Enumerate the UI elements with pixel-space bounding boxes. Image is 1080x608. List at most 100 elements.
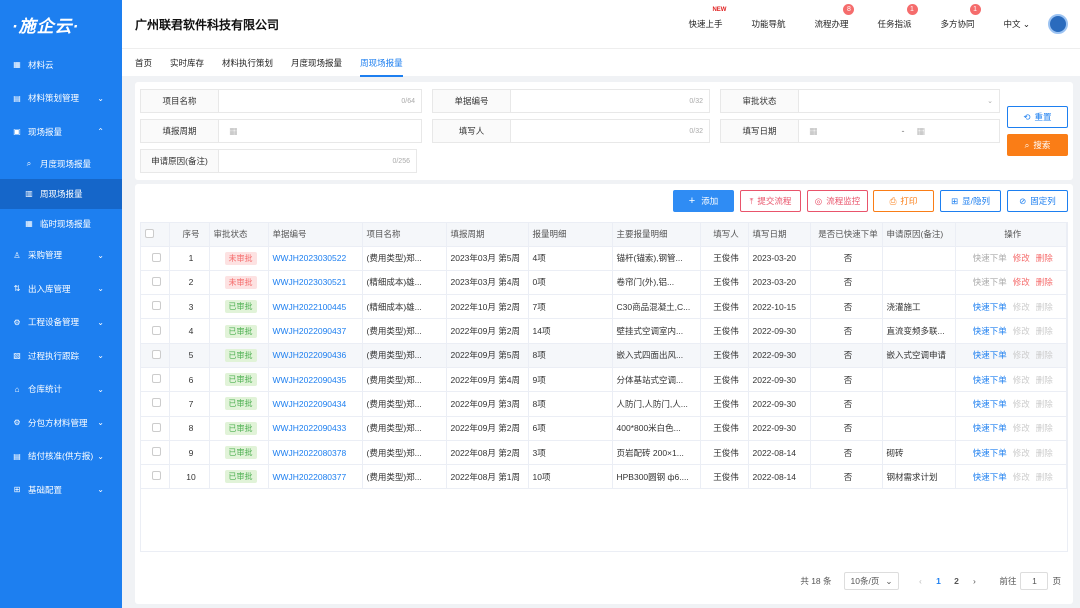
edit-link[interactable]: 修改 xyxy=(1013,375,1030,385)
delete-link[interactable]: 删除 xyxy=(1036,302,1053,312)
sidebar-item[interactable]: ⊞ 基础配置 ⌄ xyxy=(0,473,122,507)
next-page-button[interactable]: › xyxy=(965,576,983,586)
fix-columns-button[interactable]: ⊘ 固定列 xyxy=(1007,190,1068,212)
top-link[interactable]: 流程办理 8 xyxy=(814,4,855,30)
quick-order-link[interactable]: 快速下单 xyxy=(973,472,1007,482)
quick-order-link[interactable]: 快速下单 xyxy=(973,326,1007,336)
doc-no-link[interactable]: WWJH2022090436 xyxy=(268,343,363,368)
doc-no-link[interactable]: WWJH2022090435 xyxy=(268,367,363,393)
toggle-columns-button[interactable]: ⊞ 显/隐列 xyxy=(940,190,1001,212)
tab[interactable]: 材料执行策划 xyxy=(222,49,273,77)
row-checkbox[interactable] xyxy=(152,276,162,286)
edit-link[interactable]: 修改 xyxy=(1013,423,1030,433)
sidebar-item[interactable]: ▤ 材料策划管理 ⌄ xyxy=(0,82,122,116)
doc-no-link[interactable]: WWJH2022090433 xyxy=(268,416,363,441)
edit-link[interactable]: 修改 xyxy=(1013,448,1030,458)
filler-field[interactable]: 填写人 0/32 xyxy=(432,119,710,143)
delete-link[interactable]: 删除 xyxy=(1036,326,1053,336)
delete-link[interactable]: 删除 xyxy=(1036,472,1053,482)
tab[interactable]: 实时库存 xyxy=(170,49,204,77)
doc-no-link[interactable]: WWJH2023030521 xyxy=(268,270,363,296)
edit-link[interactable]: 修改 xyxy=(1013,277,1030,287)
delete-link[interactable]: 删除 xyxy=(1036,253,1053,263)
table-row[interactable]: 4 已审批 WWJH2022090437 (费用类型)郑... 2022年09月… xyxy=(141,318,1067,344)
row-checkbox[interactable] xyxy=(152,471,162,481)
language-select[interactable]: 中文 ⌄ xyxy=(1004,18,1030,30)
period-field[interactable]: 填报周期 ▦ xyxy=(140,119,422,143)
sidebar-item[interactable]: ⌕ 月度现场报量 xyxy=(0,149,122,179)
delete-link[interactable]: 删除 xyxy=(1036,423,1053,433)
app-logo[interactable]: ·施企云· xyxy=(0,0,122,48)
delete-link[interactable]: 删除 xyxy=(1036,277,1053,287)
doc-no-link[interactable]: WWJH2022080378 xyxy=(268,440,363,466)
quick-order-link[interactable]: 快速下单 xyxy=(973,375,1007,385)
doc-no-link[interactable]: WWJH2023030522 xyxy=(268,246,363,271)
row-checkbox[interactable] xyxy=(152,301,162,311)
reason-field[interactable]: 申请原因(备注) 0/256 xyxy=(140,149,417,173)
delete-link[interactable]: 删除 xyxy=(1036,399,1053,409)
sidebar-item[interactable]: ▦ 材料云 xyxy=(0,48,122,82)
quick-order-link[interactable]: 快速下单 xyxy=(973,253,1007,263)
top-link[interactable]: 快速上手 NEW xyxy=(688,7,726,30)
quick-order-link[interactable]: 快速下单 xyxy=(973,448,1007,458)
tab[interactable]: 周现场报量 xyxy=(360,49,403,77)
row-checkbox[interactable] xyxy=(152,325,162,335)
delete-link[interactable]: 删除 xyxy=(1036,375,1053,385)
sidebar-item[interactable]: ⚙ 工程设备管理 ⌄ xyxy=(0,306,122,340)
quick-order-link[interactable]: 快速下单 xyxy=(973,399,1007,409)
date-range-field[interactable]: 填写日期 ▦ - ▦ xyxy=(720,119,1000,143)
delete-link[interactable]: 删除 xyxy=(1036,448,1053,458)
row-checkbox[interactable] xyxy=(152,398,162,408)
row-checkbox[interactable] xyxy=(152,422,162,432)
sidebar-item[interactable]: ▤ 结付核准(供方报) ⌄ xyxy=(0,440,122,474)
table-row[interactable]: 5 已审批 WWJH2022090436 (费用类型)郑... 2022年09月… xyxy=(141,343,1067,368)
row-checkbox[interactable] xyxy=(152,349,162,359)
sidebar-item[interactable]: ⚙ 分包方材料管理 ⌄ xyxy=(0,406,122,440)
tab[interactable]: 首页 xyxy=(135,49,152,77)
sidebar-item[interactable]: ♙ 采购管理 ⌄ xyxy=(0,239,122,273)
goto-page-input[interactable]: 1 xyxy=(1020,572,1049,590)
prev-page-button[interactable]: ‹ xyxy=(911,576,929,586)
doc-no-link[interactable]: WWJH2022090437 xyxy=(268,318,363,344)
edit-link[interactable]: 修改 xyxy=(1013,350,1030,360)
top-link[interactable]: 多方协同 1 xyxy=(941,4,981,30)
table-row[interactable]: 6 已审批 WWJH2022090435 (费用类型)郑... 2022年09月… xyxy=(141,367,1067,393)
doc-no-field[interactable]: 单据编号 0/32 xyxy=(432,89,710,113)
print-button[interactable]: ⎙ 打印 xyxy=(873,190,934,212)
page-2-button[interactable]: 2 xyxy=(947,576,965,586)
edit-link[interactable]: 修改 xyxy=(1013,302,1030,312)
table-row[interactable]: 9 已审批 WWJH2022080378 (费用类型)郑... 2022年08月… xyxy=(141,440,1067,466)
edit-link[interactable]: 修改 xyxy=(1013,253,1030,263)
user-avatar[interactable] xyxy=(1048,14,1068,34)
reset-button[interactable]: ⟲ 重置 xyxy=(1007,106,1068,128)
sidebar-item[interactable]: ▧ 过程执行跟踪 ⌄ xyxy=(0,339,122,373)
doc-no-link[interactable]: WWJH2022100445 xyxy=(268,294,363,320)
tab[interactable]: 月度现场报量 xyxy=(291,49,342,77)
submit-flow-button[interactable]: ⤒ 提交流程 xyxy=(740,190,801,212)
table-row[interactable]: 2 未审批 WWJH2023030521 (精细成本)雄... 2023年03月… xyxy=(141,270,1067,296)
edit-link[interactable]: 修改 xyxy=(1013,472,1030,482)
row-checkbox[interactable] xyxy=(152,252,162,262)
sidebar-item[interactable]: ▥ 周现场报量 xyxy=(0,178,122,209)
quick-order-link[interactable]: 快速下单 xyxy=(973,302,1007,312)
search-button[interactable]: ⌕ 搜索 xyxy=(1007,134,1068,156)
row-checkbox[interactable] xyxy=(152,374,162,384)
table-row[interactable]: 3 已审批 WWJH2022100445 (精细成本)雄... 2022年10月… xyxy=(141,294,1067,320)
select-all-header[interactable] xyxy=(141,223,170,247)
page-1-button[interactable]: 1 xyxy=(929,576,947,586)
sidebar-item[interactable]: ⌂ 仓库统计 ⌄ xyxy=(0,373,122,407)
edit-link[interactable]: 修改 xyxy=(1013,326,1030,336)
project-name-field[interactable]: 项目名称 0/64 xyxy=(140,89,422,113)
top-link[interactable]: 任务指派 1 xyxy=(877,4,918,30)
add-button[interactable]: + 添加 xyxy=(673,190,734,212)
flow-monitor-button[interactable]: ◎ 流程监控 xyxy=(807,190,868,212)
quick-order-link[interactable]: 快速下单 xyxy=(973,350,1007,360)
sidebar-item[interactable]: ▦ 临时现场报量 xyxy=(0,209,122,239)
checkbox[interactable] xyxy=(145,228,154,238)
doc-no-link[interactable]: WWJH2022080377 xyxy=(268,464,363,490)
doc-no-link[interactable]: WWJH2022090434 xyxy=(268,391,363,417)
sidebar-item[interactable]: ⇅ 出入库管理 ⌄ xyxy=(0,272,122,306)
delete-link[interactable]: 删除 xyxy=(1036,350,1053,360)
sidebar-item[interactable]: ▣ 现场报量 ⌃ xyxy=(0,115,122,149)
row-checkbox[interactable] xyxy=(152,447,162,457)
